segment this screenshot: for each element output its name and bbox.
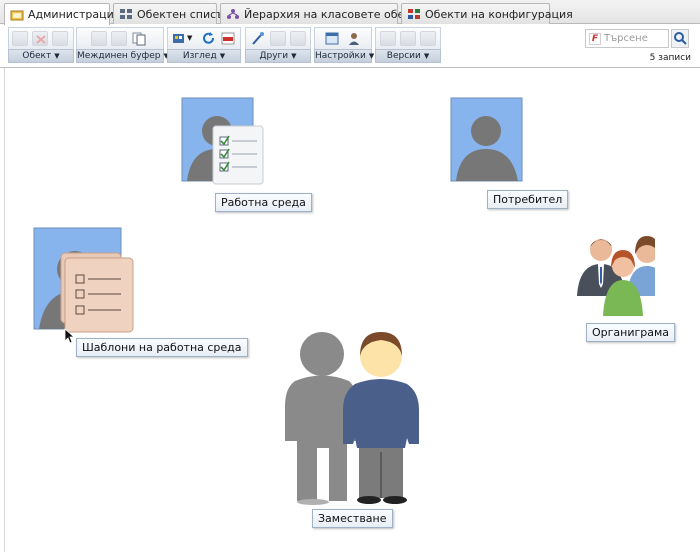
workspace-icon	[181, 97, 264, 185]
mouse-cursor-icon	[64, 328, 76, 344]
tab-label: Обекти на конфигурация	[425, 7, 573, 21]
tab-label: Администрация	[28, 8, 121, 21]
configuration-objects-icon	[407, 8, 421, 20]
node-workspace[interactable]	[181, 97, 267, 189]
search-input[interactable]: F Търсене	[585, 29, 669, 48]
node-org-chart[interactable]	[575, 234, 655, 322]
administration-canvas: Работна среда Потребител Шаблони на рабо…	[4, 68, 696, 552]
record-count: 5 записи	[649, 53, 691, 63]
node-label-workspace[interactable]: Работна среда	[215, 193, 312, 212]
paste-icon[interactable]	[131, 31, 147, 46]
node-label-org-chart[interactable]: Органиграма	[586, 323, 676, 342]
filter-icon[interactable]: F	[589, 32, 601, 45]
node-user[interactable]	[450, 97, 524, 183]
version-forward-icon[interactable]	[400, 31, 416, 46]
wand-icon[interactable]	[250, 31, 266, 46]
copy-icon[interactable]	[111, 31, 127, 46]
group-other: Други ▼	[245, 27, 311, 65]
group-settings-menu[interactable]: Настройки ▼	[314, 49, 374, 63]
group-settings: Настройки ▼	[314, 27, 374, 65]
group-clipboard-menu[interactable]: Междинен буфер▼	[76, 49, 169, 63]
node-label-substitution[interactable]: Заместване	[312, 509, 393, 528]
tab-configuration-objects[interactable]: Обекти на конфигурация	[401, 3, 573, 24]
group-object-menu[interactable]: Обект ▼	[8, 49, 74, 63]
tab-label: Йерархия на класовете обекти	[244, 7, 425, 21]
node-substitution[interactable]	[277, 326, 427, 506]
user-icon	[450, 97, 523, 182]
group-other-menu[interactable]: Други ▼	[245, 49, 311, 63]
tab-label: Обектен списък	[137, 7, 231, 21]
group-view: ▼ Изглед ▼	[167, 27, 241, 65]
group-versions: Версии ▼	[375, 27, 441, 65]
org-chart-icon	[577, 236, 655, 316]
node-label-workspace-templates[interactable]: Шаблони на работна среда	[76, 338, 248, 357]
group-view-menu[interactable]: Изглед ▼	[167, 49, 241, 63]
toolbar: Обект▼ Междинен буфер▼ ▼ Изглед▼	[4, 25, 696, 67]
view-mode-dropdown-icon[interactable]: ▼	[187, 31, 196, 46]
substitution-icon	[285, 332, 419, 505]
search-placeholder: Търсене	[604, 33, 648, 44]
other-action-2-icon[interactable]	[290, 31, 306, 46]
node-workspace-templates[interactable]	[33, 227, 137, 335]
administration-icon	[10, 9, 24, 21]
other-action-icon[interactable]	[270, 31, 286, 46]
version-history-icon[interactable]	[420, 31, 436, 46]
workspace-templates-icon	[33, 227, 134, 333]
cut-icon[interactable]	[91, 31, 107, 46]
tab-object-list[interactable]: Обектен списък	[113, 3, 231, 24]
tab-bar: Администрация Обектен списък Йерархия на…	[0, 0, 700, 25]
user-settings-icon[interactable]	[346, 31, 362, 46]
pdf-export-icon[interactable]	[220, 31, 236, 46]
view-mode-icon[interactable]	[171, 31, 187, 46]
tab-administration[interactable]: Администрация	[4, 3, 120, 25]
delete-object-icon[interactable]	[32, 31, 48, 46]
node-label-user[interactable]: Потребител	[487, 190, 569, 209]
group-clipboard: Междинен буфер▼	[76, 27, 169, 65]
settings-window-icon[interactable]	[324, 31, 340, 46]
new-object-icon[interactable]	[12, 31, 28, 46]
version-back-icon[interactable]	[380, 31, 396, 46]
search-icon[interactable]	[671, 29, 689, 48]
edit-object-icon[interactable]	[52, 31, 68, 46]
tab-hierarchy[interactable]: Йерархия на класовете обекти	[220, 3, 425, 24]
object-list-icon	[119, 8, 133, 20]
hierarchy-icon	[226, 8, 240, 20]
group-object: Обект ▼	[8, 27, 74, 65]
group-versions-menu[interactable]: Версии ▼	[375, 49, 441, 63]
refresh-icon[interactable]	[201, 31, 217, 46]
